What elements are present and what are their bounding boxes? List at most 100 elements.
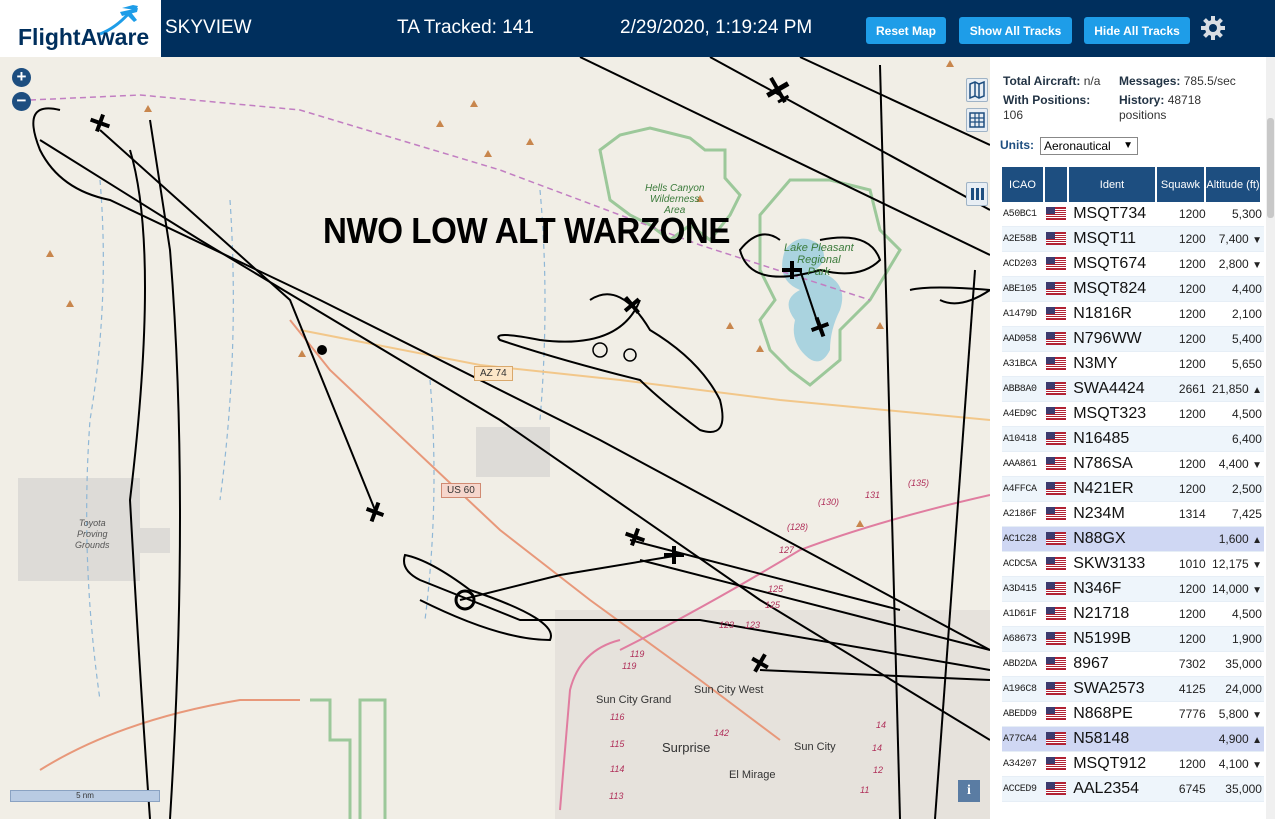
aircraft-sidebar: Total Aircraft: n/a Messages: 785.5/sec …	[990, 57, 1275, 819]
show-all-tracks-button[interactable]: Show All Tracks	[959, 17, 1072, 44]
cell-ident: N868PE	[1073, 705, 1133, 722]
reset-map-button[interactable]: Reset Map	[866, 17, 946, 44]
cell-icao: AC1C28	[1003, 533, 1037, 545]
flightaware-logo[interactable]: FlightAware	[0, 0, 161, 57]
table-row[interactable]: ABB8A0 SWA4424 2661 21,850 ▲	[1002, 377, 1264, 402]
label-line: Grounds	[75, 540, 110, 550]
table-row[interactable]: A196C8 SWA2573 4125 24,000	[1002, 677, 1264, 702]
table-row[interactable]: A2E58B MSQT11 1200 7,400 ▼	[1002, 227, 1264, 252]
cell-ident: N786SA	[1073, 455, 1133, 472]
table-row[interactable]: ACD203 MSQT674 1200 2,800 ▼	[1002, 252, 1264, 277]
cell-altitude: 5,300	[1209, 207, 1264, 221]
col-icao[interactable]: ICAO	[1002, 167, 1045, 202]
cell-squawk: 1200	[1178, 207, 1206, 221]
route-num: 119	[622, 661, 637, 671]
cell-icao: A2186F	[1003, 508, 1037, 520]
altitude-trend-icon: ▼	[1252, 760, 1262, 771]
us-flag-icon	[1046, 432, 1070, 446]
table-row[interactable]: AAD058 N796WW 1200 5,400	[1002, 327, 1264, 352]
cell-squawk: 1200	[1178, 582, 1206, 596]
aircraft-markers[interactable]	[88, 72, 832, 676]
cell-squawk: 1200	[1178, 757, 1206, 771]
cell-ident: AAL2354	[1073, 780, 1140, 797]
us-flag-icon	[1046, 607, 1070, 621]
cell-icao: AAA861	[1003, 458, 1037, 470]
table-row[interactable]: ABD2DA 8967 7302 35,000	[1002, 652, 1264, 677]
table-row[interactable]: A68673 N5199B 1200 1,900	[1002, 627, 1264, 652]
route-num: 113	[609, 791, 624, 801]
route-num: 11	[860, 785, 870, 795]
map-basemap	[18, 57, 990, 819]
table-row[interactable]: ACCED9 AAL2354 6745 35,000	[1002, 777, 1264, 802]
table-row[interactable]: ABE105 MSQT824 1200 4,400	[1002, 277, 1264, 302]
col-altitude[interactable]: Altitude (ft)	[1206, 167, 1262, 202]
route-num: 125	[768, 584, 784, 594]
info-button[interactable]: i	[958, 780, 980, 802]
messages-label: Messages:	[1119, 74, 1181, 88]
table-row[interactable]: A2186F N234M 1314 7,425	[1002, 502, 1264, 527]
altitude-value: 4,500	[1231, 607, 1262, 621]
table-row[interactable]: AAA861 N786SA 1200 4,400 ▼	[1002, 452, 1264, 477]
table-row[interactable]: A3D415 N346F 1200 14,000 ▼	[1002, 577, 1264, 602]
cell-icao: A1D61F	[1003, 608, 1037, 620]
gear-icon[interactable]	[1200, 15, 1226, 41]
altitude-trend-icon: ▲	[1252, 385, 1262, 396]
table-row[interactable]: ACDC5A SKW3133 1010 12,175 ▼	[1002, 552, 1264, 577]
map-view[interactable]: Hells Canyon Wilderness Area Lake Pleasa…	[0, 57, 990, 819]
cell-squawk: 7302	[1178, 657, 1206, 671]
scrollbar-thumb[interactable]	[1267, 118, 1274, 218]
zoom-out-button[interactable]: −	[12, 92, 31, 111]
table-row[interactable]: A31BCA N3MY 1200 5,650	[1002, 352, 1264, 377]
cell-squawk: 1314	[1178, 507, 1206, 521]
table-row[interactable]: AC1C28 N88GX 1,600 ▲	[1002, 527, 1264, 552]
table-row[interactable]: ABEDD9 N868PE 7776 5,800 ▼	[1002, 702, 1264, 727]
messages-value: 785.5/sec	[1183, 74, 1236, 88]
us-flag-icon	[1046, 282, 1070, 296]
cell-ident: MSQT734	[1073, 205, 1147, 222]
altitude-value: 12,175	[1212, 557, 1249, 571]
label-line: Regional	[797, 254, 841, 266]
table-row[interactable]: A10418 N16485 6,400	[1002, 427, 1264, 452]
altitude-value: 35,000	[1225, 782, 1262, 796]
us-flag-icon	[1046, 557, 1070, 571]
column-toggle-button[interactable]	[966, 182, 988, 206]
altitude-trend-icon: ▼	[1252, 235, 1262, 246]
units-row: Units:	[1000, 138, 1034, 152]
cell-altitude: 2,100	[1209, 307, 1264, 321]
map-layers-button[interactable]	[966, 78, 988, 102]
cell-ident: N796WW	[1073, 330, 1142, 347]
table-row[interactable]: A1D61F N21718 1200 4,500	[1002, 602, 1264, 627]
cell-ident: 8967	[1073, 655, 1109, 672]
hide-all-tracks-button[interactable]: Hide All Tracks	[1084, 17, 1190, 44]
cell-squawk: 1200	[1178, 282, 1206, 296]
table-row[interactable]: A1479D N1816R 1200 2,100	[1002, 302, 1264, 327]
units-select[interactable]: Aeronautical ▼	[1040, 137, 1138, 155]
columns-icon	[971, 188, 984, 200]
table-row[interactable]: A34207 MSQT912 1200 4,100 ▼	[1002, 752, 1264, 777]
table-row[interactable]: A50BC1 MSQT734 1200 5,300	[1002, 202, 1264, 227]
table-row[interactable]: A4FFCA N421ER 1200 2,500	[1002, 477, 1264, 502]
col-squawk[interactable]: Squawk	[1157, 167, 1206, 202]
clock-datetime: 2/29/2020, 1:19:24 PM	[620, 17, 813, 38]
table-row[interactable]: A77CA4 N58148 4,900 ▲	[1002, 727, 1264, 752]
route-num: 14	[876, 720, 887, 730]
us-flag-icon	[1046, 307, 1070, 321]
route-num: 123	[719, 620, 735, 630]
cell-icao: A4ED9C	[1003, 408, 1037, 420]
col-ident[interactable]: Ident	[1069, 167, 1157, 202]
grid-overlay-button[interactable]	[966, 108, 988, 132]
selected-aircraft-dot[interactable]	[317, 345, 327, 355]
cell-altitude: 5,400	[1209, 332, 1264, 346]
cell-altitude: 21,850 ▲	[1209, 382, 1264, 396]
altitude-value: 4,500	[1231, 407, 1262, 421]
table-row[interactable]: A4ED9C MSQT323 1200 4,500	[1002, 402, 1264, 427]
table-header: ICAO Ident Squawk Altitude (ft)	[1002, 167, 1264, 202]
boundary-dashed-line	[29, 94, 871, 301]
cell-altitude: 4,400	[1209, 282, 1264, 296]
zoom-in-button[interactable]: +	[12, 68, 31, 87]
altitude-value: 4,900	[1218, 732, 1249, 746]
cell-altitude: 4,100 ▼	[1209, 757, 1264, 771]
cell-altitude: 1,900	[1209, 632, 1264, 646]
col-flag[interactable]	[1045, 167, 1069, 202]
cell-squawk: 1200	[1178, 457, 1206, 471]
